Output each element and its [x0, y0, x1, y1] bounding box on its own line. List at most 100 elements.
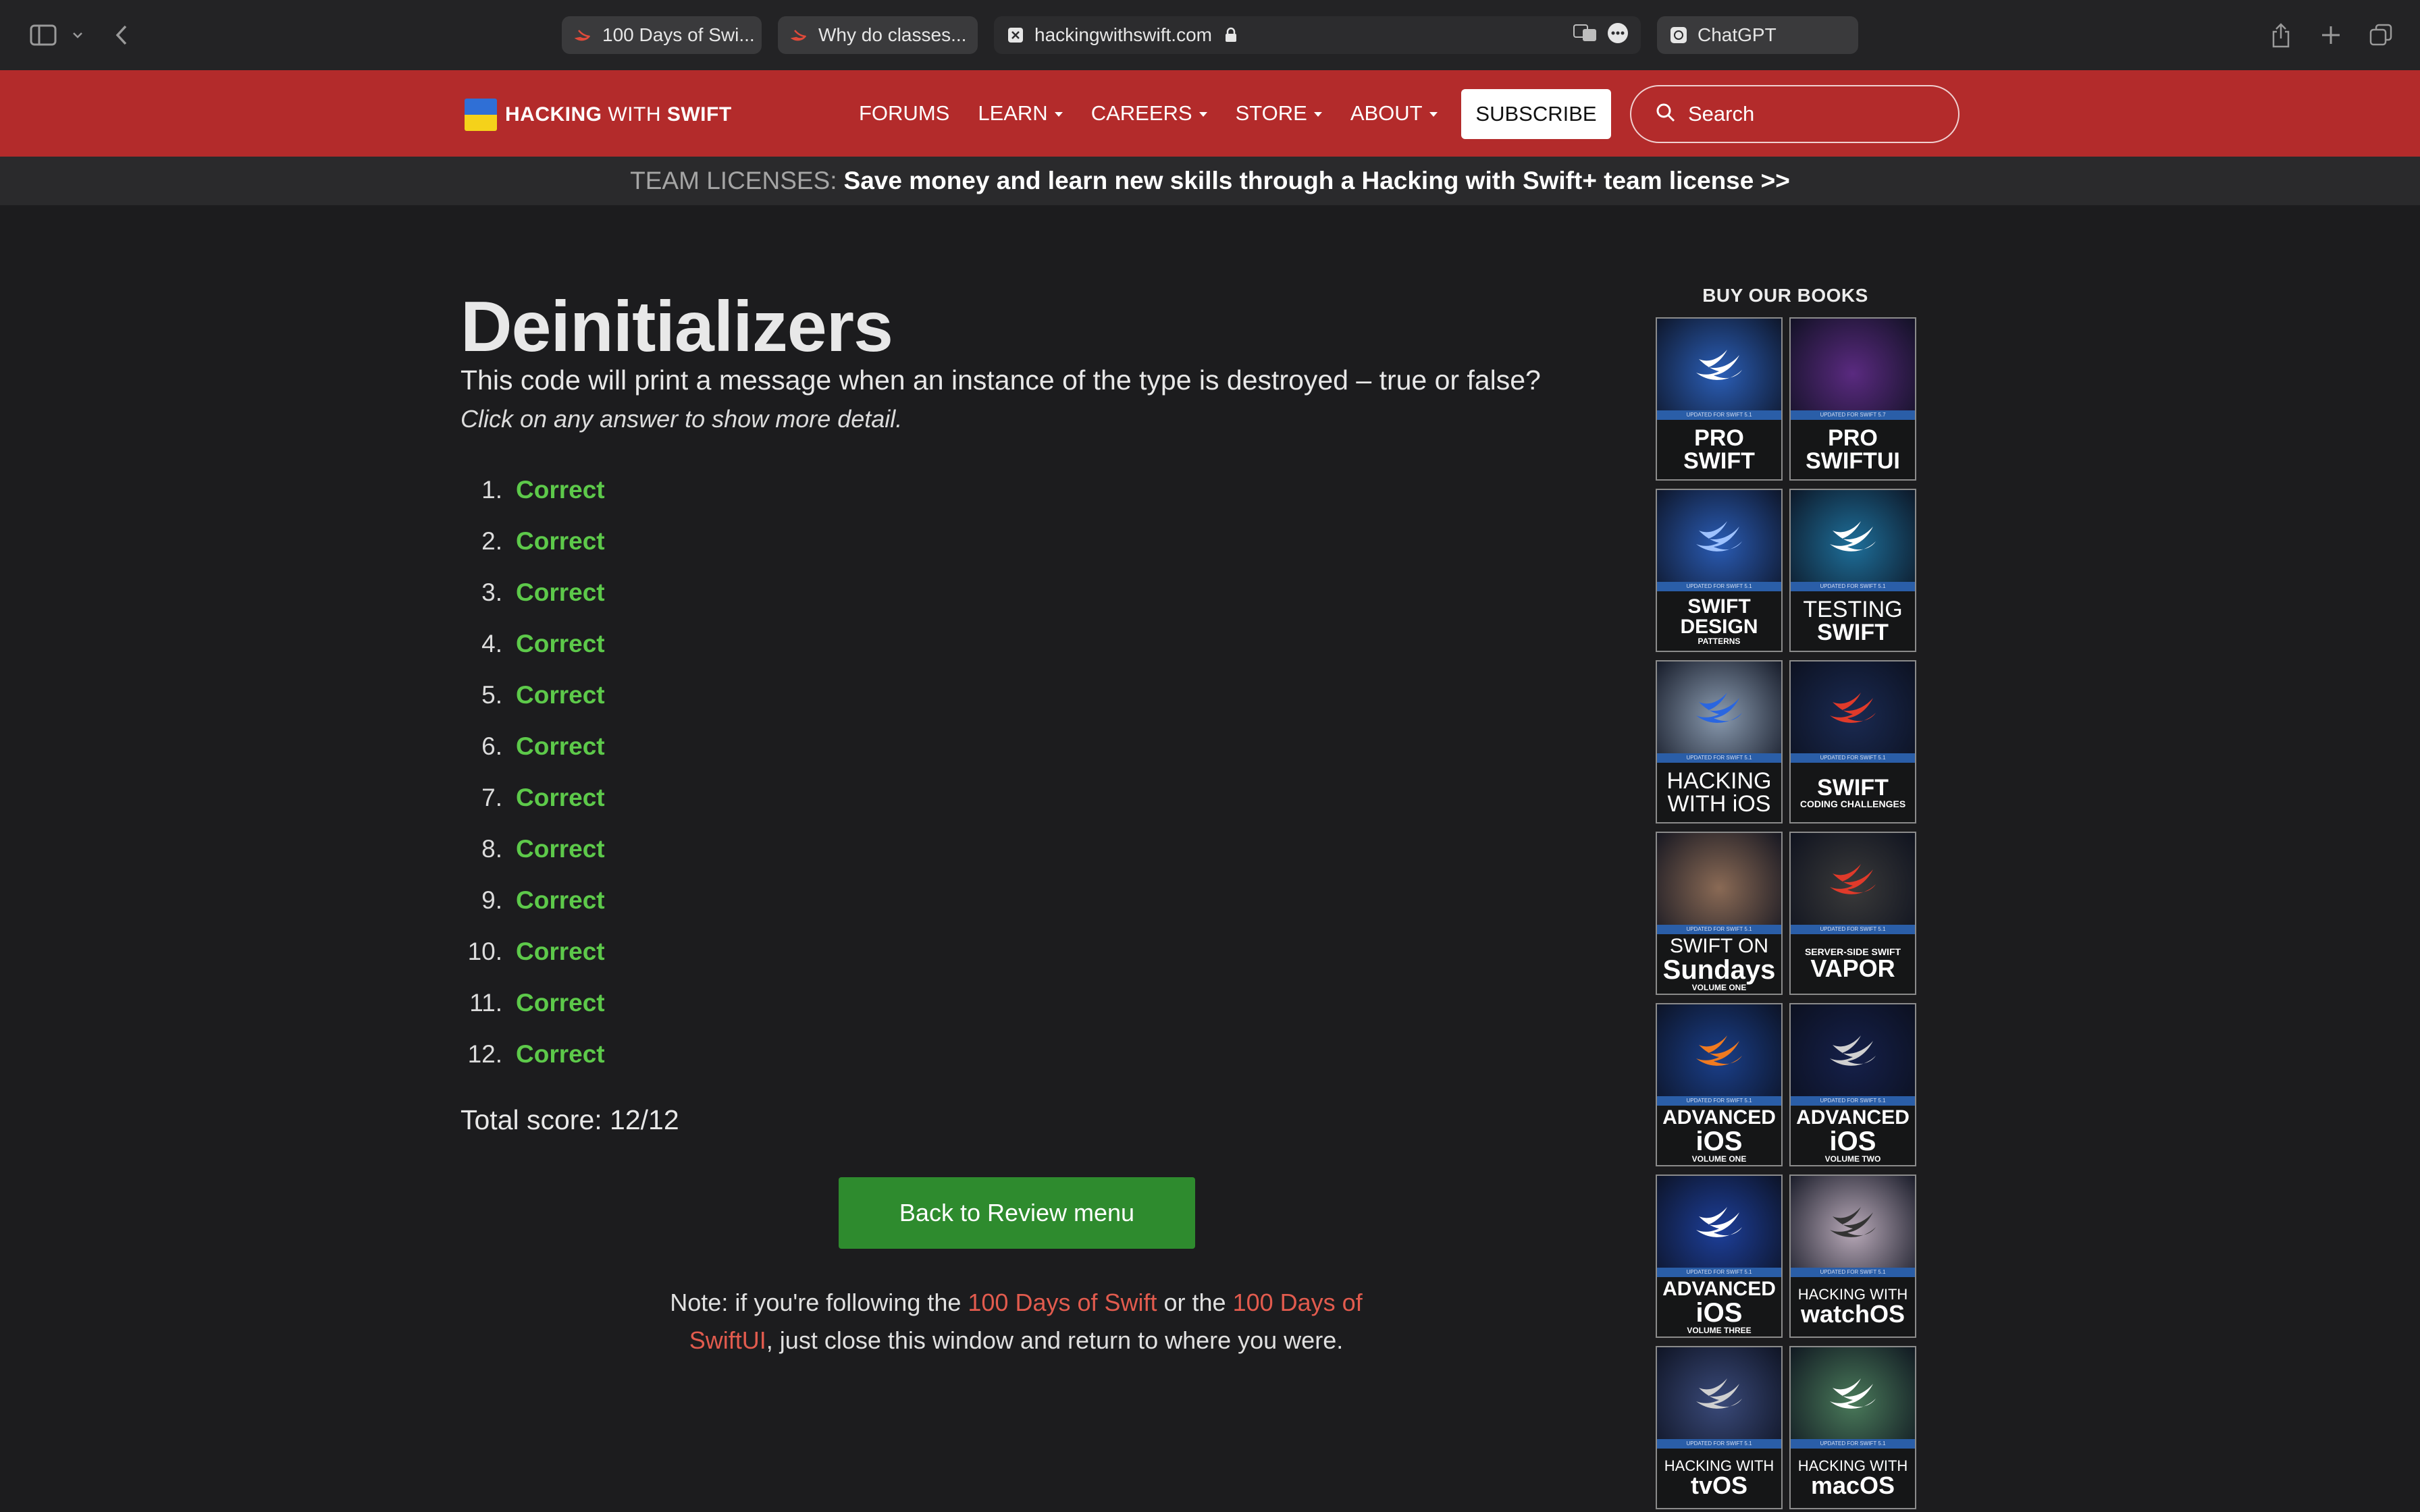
book-cover[interactable]: UPDATED FOR SWIFT 5.1 HACKING WITH watchOS — [1789, 1174, 1916, 1338]
answer-result[interactable]: Correct — [516, 578, 605, 607]
book-title-line: iOS — [1829, 1127, 1876, 1156]
tab-chatgpt[interactable]: ChatGPT — [1657, 16, 1858, 54]
answer-item[interactable]: 3. Correct — [461, 567, 605, 618]
book-update-strip: UPDATED FOR SWIFT 5.1 — [1791, 1439, 1915, 1449]
answer-result[interactable]: Correct — [516, 630, 605, 658]
answer-result[interactable]: Correct — [516, 476, 605, 504]
book-cover[interactable]: UPDATED FOR SWIFT 5.1 HACKING WITH iOS — [1656, 660, 1783, 824]
book-title-line: SWIFTUI — [1806, 448, 1900, 474]
book-update-strip: UPDATED FOR SWIFT 5.1 — [1657, 1268, 1781, 1277]
sidebar-toggle-icon[interactable] — [26, 18, 61, 53]
nav-store[interactable]: STORE — [1236, 101, 1322, 126]
answer-item[interactable]: 6. Correct — [461, 721, 605, 772]
book-title-line: VOLUME THREE — [1687, 1326, 1752, 1335]
answer-result[interactable]: Correct — [516, 527, 605, 556]
book-cover[interactable]: UPDATED FOR SWIFT 5.1 SWIFT CODING CHALLEN… — [1789, 660, 1916, 824]
lock-icon — [1221, 26, 1240, 45]
search-box[interactable] — [1630, 85, 1959, 143]
answer-result[interactable]: Correct — [516, 886, 605, 915]
answer-item[interactable]: 8. Correct — [461, 824, 605, 875]
answer-result[interactable]: Correct — [516, 784, 605, 812]
book-title-line: CODING CHALLENGES — [1799, 799, 1906, 809]
book-title: SWIFT ON Sundays VOLUME ONE — [1657, 934, 1781, 994]
banner-message[interactable]: Save money and learn new skills through … — [844, 167, 1790, 195]
answer-result[interactable]: Correct — [516, 938, 605, 966]
book-title: ADVANCED iOS VOLUME THREE — [1657, 1277, 1781, 1336]
team-license-banner[interactable]: TEAM LICENSES: Save money and learn new … — [0, 157, 2420, 205]
nav-learn[interactable]: LEARN — [978, 101, 1063, 126]
book-artwork — [1657, 662, 1781, 753]
answer-result[interactable]: Correct — [516, 732, 605, 761]
book-title-line: macOS — [1810, 1472, 1895, 1499]
book-cover[interactable]: UPDATED FOR SWIFT 5.1 ADVANCED iOS VOLUME O… — [1656, 1003, 1783, 1166]
book-title-line: ADVANCED — [1662, 1106, 1776, 1129]
book-title-line: VOLUME ONE — [1691, 983, 1747, 992]
answer-result[interactable]: Correct — [516, 681, 605, 709]
book-update-strip: UPDATED FOR SWIFT 5.1 — [1791, 582, 1915, 591]
book-cover[interactable]: UPDATED FOR SWIFT 5.7 PRO SWIFTUI — [1789, 317, 1916, 481]
answer-list: 1. Correct 2. Correct 3. Correct 4. Correct … — [461, 464, 605, 1080]
swift-bird-icon — [1830, 693, 1876, 723]
share-icon[interactable] — [2267, 18, 2294, 53]
site-logo[interactable]: HACKING WITH SWIFT — [465, 99, 732, 131]
answer-item[interactable]: 12. Correct — [461, 1029, 605, 1080]
book-cover[interactable]: UPDATED FOR SWIFT 5.1 SWIFT ON Sundays VOLU… — [1656, 832, 1783, 995]
tab-why-classes[interactable]: Why do classes... — [778, 16, 978, 54]
swift-bird-icon — [1696, 1207, 1742, 1237]
book-title-line: DESIGN — [1680, 616, 1758, 638]
book-cover[interactable]: UPDATED FOR SWIFT 5.1 HACKING WITH tvOS — [1656, 1346, 1783, 1509]
new-tab-icon[interactable] — [2317, 18, 2344, 53]
book-cover[interactable]: UPDATED FOR SWIFT 5.1 SWIFT DESIGN PATTERNS — [1656, 489, 1783, 652]
nav-forums[interactable]: FORUMS — [859, 101, 949, 126]
tab-overview-icon[interactable] — [2367, 18, 2394, 53]
book-title-line: VOLUME ONE — [1691, 1154, 1747, 1164]
book-cover[interactable]: UPDATED FOR SWIFT 5.1 ADVANCED iOS VOLUME T… — [1789, 1003, 1916, 1166]
book-title-line: Sundays — [1662, 955, 1776, 985]
book-artwork — [1657, 490, 1781, 582]
answer-item[interactable]: 10. Correct — [461, 926, 605, 977]
chevron-down-icon[interactable] — [68, 18, 88, 53]
link-100-days-of-swift[interactable]: 100 Days of Swift — [968, 1289, 1157, 1316]
swift-favicon-icon — [790, 26, 809, 45]
answer-item[interactable]: 2. Correct — [461, 516, 605, 567]
answer-result[interactable]: Correct — [516, 835, 605, 863]
answer-item[interactable]: 1. Correct — [461, 464, 605, 516]
answer-result[interactable]: Correct — [516, 989, 605, 1017]
book-cover[interactable]: UPDATED FOR SWIFT 5.1 PRO SWIFT — [1656, 317, 1783, 481]
more-options-icon[interactable] — [1607, 22, 1629, 49]
book-title-line: watchOS — [1800, 1300, 1905, 1328]
book-title: PRO SWIFT — [1657, 420, 1781, 479]
answer-item[interactable]: 9. Correct — [461, 875, 605, 926]
back-to-review-button[interactable]: Back to Review menu — [839, 1177, 1195, 1249]
book-title: PRO SWIFTUI — [1791, 420, 1915, 479]
book-artwork — [1791, 1176, 1915, 1268]
subscribe-button[interactable]: SUBSCRIBE — [1461, 89, 1611, 139]
book-cover[interactable]: UPDATED FOR SWIFT 5.1 HACKING WITH macOS — [1789, 1346, 1916, 1509]
book-title-line: SWIFT — [1687, 595, 1751, 618]
close-tab-icon[interactable] — [1006, 26, 1025, 45]
book-title-line: iOS — [1695, 1298, 1743, 1328]
book-cover[interactable]: UPDATED FOR SWIFT 5.1 SERVER-SIDE SWIFT VA… — [1789, 832, 1916, 995]
tab-100-days[interactable]: 100 Days of Swi... — [562, 16, 762, 54]
search-input[interactable] — [1687, 101, 1946, 127]
answer-item[interactable]: 11. Correct — [461, 977, 605, 1029]
book-title-line: PATTERNS — [1698, 637, 1741, 646]
book-cover[interactable]: UPDATED FOR SWIFT 5.1 ADVANCED iOS VOLUME T… — [1656, 1174, 1783, 1338]
book-title: ADVANCED iOS VOLUME ONE — [1657, 1106, 1781, 1165]
nav-careers[interactable]: CAREERS — [1091, 101, 1207, 126]
book-title: HACKING WITH iOS — [1657, 763, 1781, 822]
book-title-line: WITH iOS — [1667, 791, 1771, 817]
nav-about[interactable]: ABOUT — [1350, 101, 1438, 126]
swift-bird-icon — [1696, 1035, 1742, 1066]
answer-result[interactable]: Correct — [516, 1040, 605, 1069]
answer-item[interactable]: 5. Correct — [461, 670, 605, 721]
back-arrow-icon[interactable] — [108, 18, 135, 53]
answer-item[interactable]: 4. Correct — [461, 618, 605, 670]
chatgpt-favicon-icon — [1669, 26, 1688, 45]
caret-down-icon — [1054, 112, 1063, 117]
book-artwork — [1657, 1347, 1781, 1439]
answer-item[interactable]: 7. Correct — [461, 772, 605, 824]
translate-icon[interactable] — [1573, 24, 1598, 47]
book-cover[interactable]: UPDATED FOR SWIFT 5.1 TESTING SWIFT — [1789, 489, 1916, 652]
tab-hackingwithswift-address[interactable]: hackingwithswift.com — [994, 16, 1641, 54]
